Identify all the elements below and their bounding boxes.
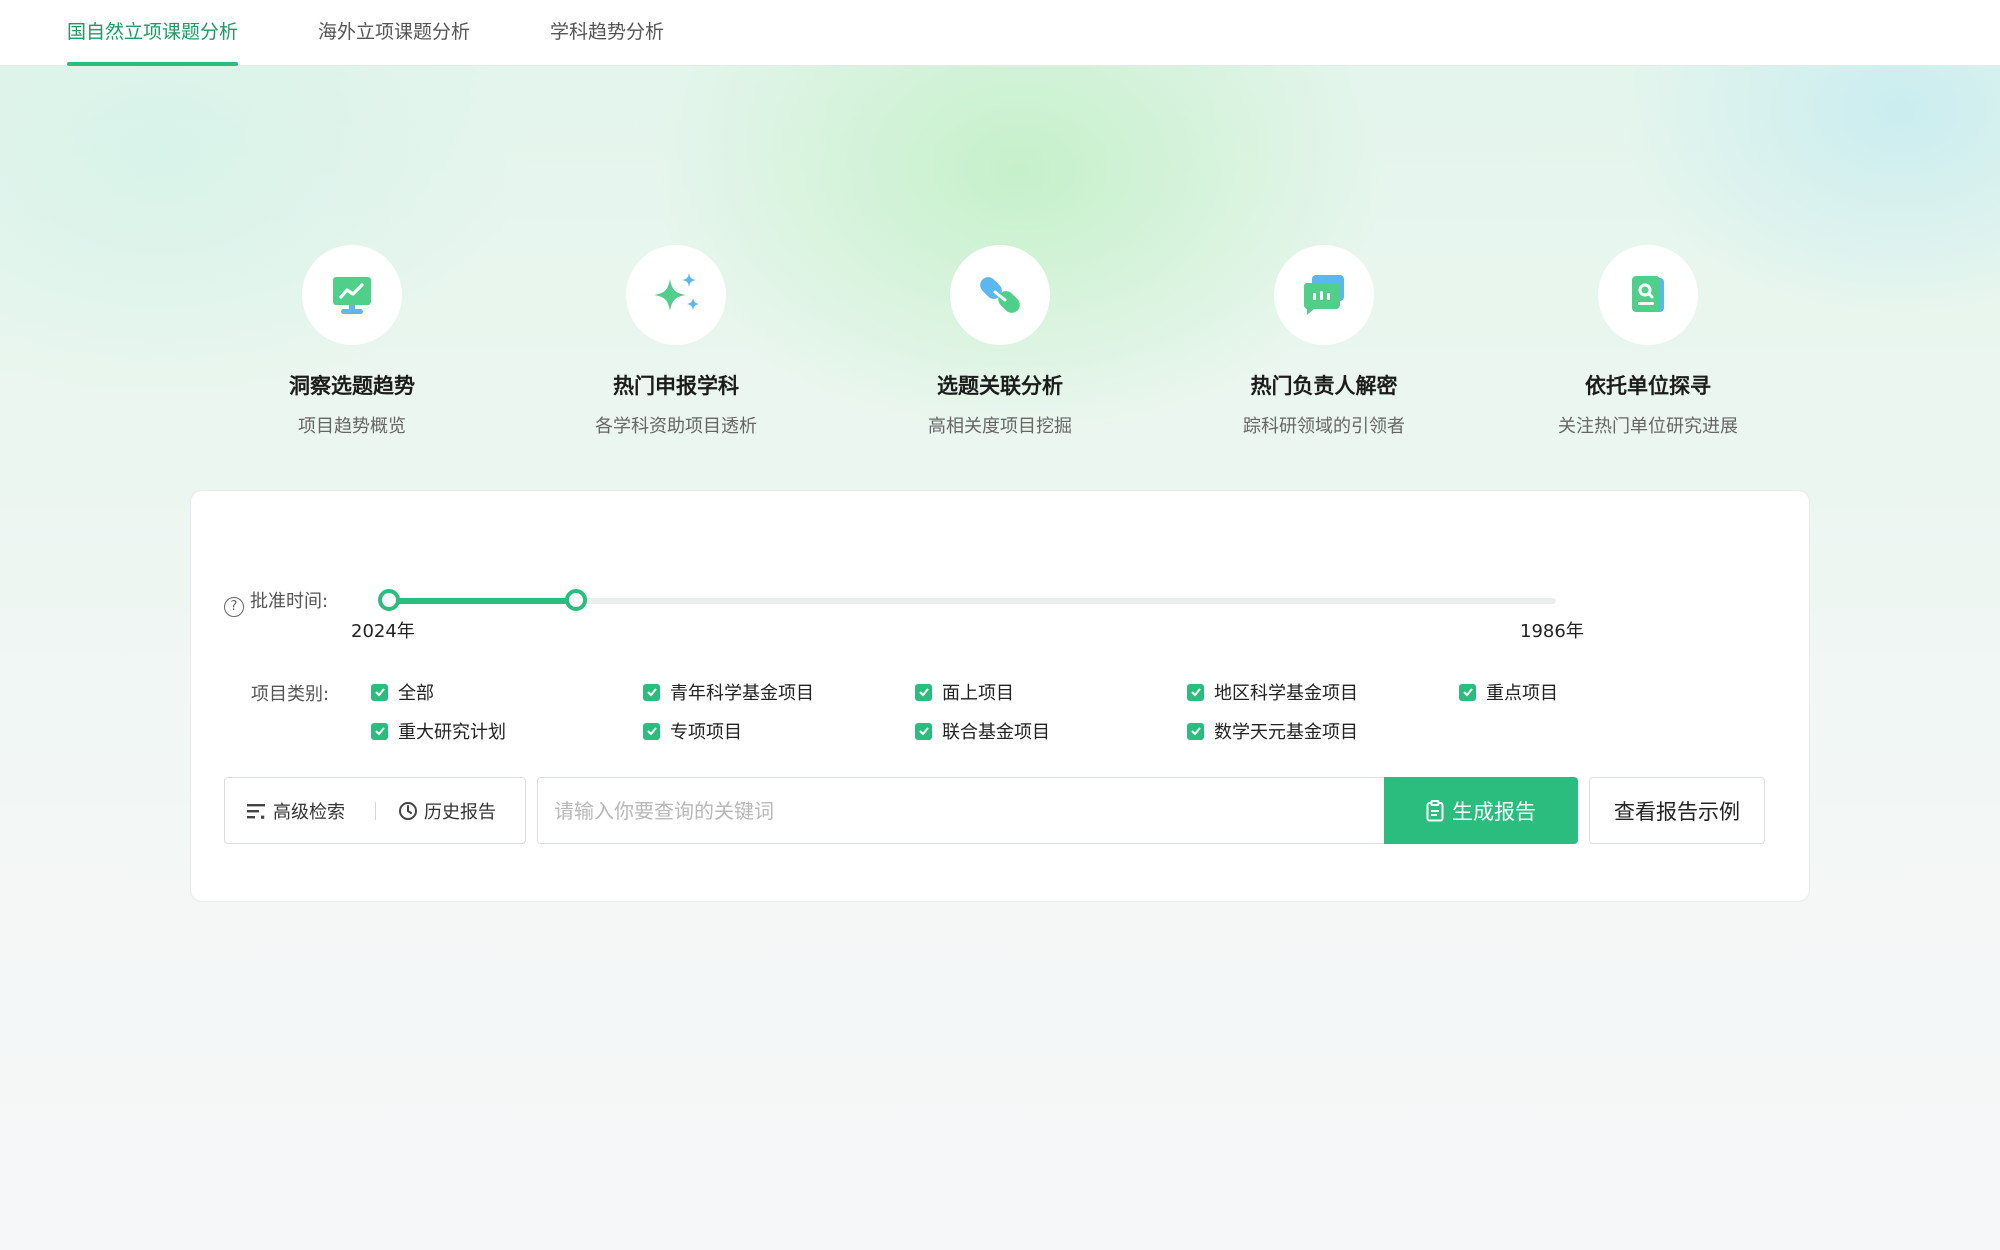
time-range-end-handle[interactable]: [564, 589, 587, 611]
tools-divider: [375, 802, 376, 820]
advanced-search-label: 高级检索: [273, 801, 345, 823]
keyword-search-input[interactable]: [537, 777, 1387, 844]
feature-subtitle: 高相关度项目挖掘: [928, 416, 1072, 437]
feature-subtitle: 踪科研领域的引领者: [1243, 416, 1405, 437]
tab-nsfc-analysis[interactable]: 国自然立项课题分析: [67, 0, 239, 66]
checkbox-label: 数学天元基金项目: [1214, 722, 1358, 743]
checkbox-checked-icon: [371, 683, 388, 701]
checkbox-checked-icon: [1459, 683, 1476, 701]
feature-title: 热门申报学科: [613, 374, 739, 398]
feature-hot-disciplines[interactable]: 热门申报学科 各学科资助项目透析: [526, 245, 826, 438]
category-checkbox-tianyuan-fund[interactable]: 数学天元基金项目: [1187, 718, 1358, 744]
project-category-label: 项目类别:: [251, 684, 330, 705]
generate-report-label: 生成报告: [1452, 799, 1536, 824]
checkbox-checked-icon: [371, 722, 388, 740]
clipboard-icon: [1426, 799, 1444, 821]
feature-icon-circle: [1274, 245, 1374, 345]
history-report-button[interactable]: 历史报告: [398, 778, 496, 843]
category-checkbox-key-project[interactable]: 重点项目: [1459, 679, 1558, 705]
feature-subtitle: 关注热门单位研究进展: [1558, 416, 1738, 437]
generate-report-button[interactable]: 生成报告: [1384, 777, 1578, 844]
checkbox-label: 重大研究计划: [398, 722, 506, 743]
feature-icon-circle: [302, 245, 402, 345]
checkbox-label: 专项项目: [670, 722, 742, 743]
feature-topic-correlation[interactable]: 选题关联分析 高相关度项目挖掘: [850, 245, 1150, 438]
time-range-slider-track[interactable]: [381, 598, 1556, 604]
checkbox-checked-icon: [1187, 722, 1204, 740]
feature-title: 热门负责人解密: [1250, 374, 1398, 398]
approval-time-label: ? 批准时间:: [224, 587, 328, 617]
search-card: ? 批准时间: 2024年 1986年 项目类别: 全部 青年科学基金项目 面上项…: [190, 490, 1810, 902]
monitor-trend-icon: [333, 277, 371, 314]
top-tab-bar: 国自然立项课题分析 海外立项课题分析 学科趋势分析: [0, 0, 2000, 66]
tab-discipline-trend[interactable]: 学科趋势分析: [550, 0, 664, 66]
feature-title: 选题关联分析: [937, 374, 1063, 398]
search-tools-group: 高级检索 历史报告: [224, 777, 526, 844]
approval-time-text: 批准时间:: [250, 591, 329, 612]
category-checkbox-all[interactable]: 全部: [371, 679, 434, 705]
category-checkbox-special-project[interactable]: 专项项目: [643, 718, 742, 744]
time-range-slider-fill: [381, 598, 568, 604]
checkbox-label: 重点项目: [1486, 683, 1558, 704]
time-range-start-handle[interactable]: [378, 589, 400, 611]
feature-title: 依托单位探寻: [1585, 374, 1711, 398]
history-report-label: 历史报告: [424, 801, 496, 823]
checkbox-label: 地区科学基金项目: [1214, 683, 1358, 704]
help-icon[interactable]: ?: [224, 597, 244, 617]
feature-topic-trend[interactable]: 洞察选题趋势 项目趋势概览: [202, 245, 502, 438]
checkbox-label: 面上项目: [942, 683, 1014, 704]
view-report-example-button[interactable]: 查看报告示例: [1589, 777, 1765, 844]
feature-hot-leaders[interactable]: 热门负责人解密 踪科研领域的引领者: [1174, 245, 1474, 438]
checkbox-checked-icon: [643, 722, 660, 740]
category-checkbox-youth-fund[interactable]: 青年科学基金项目: [643, 679, 814, 705]
checkbox-label: 全部: [398, 683, 434, 704]
checkbox-checked-icon: [915, 722, 932, 740]
filter-lines-icon: [247, 803, 265, 819]
category-checkbox-regional-fund[interactable]: 地区科学基金项目: [1187, 679, 1358, 705]
chat-bubbles-icon: [1303, 275, 1344, 315]
feature-subtitle: 各学科资助项目透析: [595, 416, 757, 437]
feature-icon-circle: [950, 245, 1050, 345]
checkbox-label: 联合基金项目: [942, 722, 1050, 743]
slider-end-mark: 1986年: [1520, 621, 1584, 642]
feature-icon-circle: [1598, 245, 1698, 345]
checkbox-checked-icon: [1187, 683, 1204, 701]
book-search-icon: [1632, 276, 1664, 312]
checkbox-checked-icon: [643, 683, 660, 701]
advanced-search-button[interactable]: 高级检索: [247, 778, 345, 843]
feature-icon-circle: [626, 245, 726, 345]
slider-start-mark: 2024年: [351, 621, 415, 642]
sparkle-icon: [654, 273, 699, 311]
checkbox-label: 青年科学基金项目: [670, 683, 814, 704]
category-checkbox-joint-fund[interactable]: 联合基金项目: [915, 718, 1050, 744]
tab-overseas-analysis[interactable]: 海外立项课题分析: [318, 0, 470, 66]
link-icon: [980, 277, 1020, 313]
checkbox-checked-icon: [915, 683, 932, 701]
feature-title: 洞察选题趋势: [289, 374, 415, 398]
feature-subtitle: 项目趋势概览: [298, 416, 406, 437]
category-checkbox-major-research[interactable]: 重大研究计划: [371, 718, 506, 744]
category-checkbox-general[interactable]: 面上项目: [915, 679, 1014, 705]
clock-icon: [399, 801, 417, 820]
feature-host-institutions[interactable]: 依托单位探寻 关注热门单位研究进展: [1498, 245, 1798, 438]
